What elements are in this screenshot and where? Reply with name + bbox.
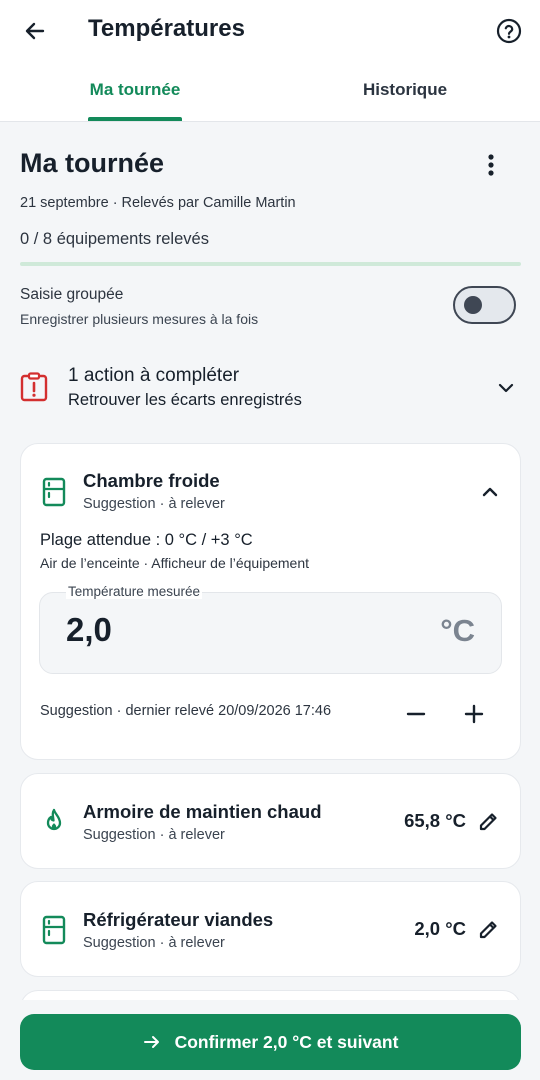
tab-ma-tournee[interactable]: Ma tournée xyxy=(70,80,200,122)
toggle-knob xyxy=(464,296,482,314)
chevron-up-icon[interactable] xyxy=(476,478,504,506)
fridge-icon xyxy=(42,915,66,945)
help-button[interactable] xyxy=(492,14,526,48)
expected-range: Plage attendue : 0 °C / +3 °C xyxy=(40,531,253,549)
equipment-row[interactable]: Armoire de maintien chaud Suggestion · à… xyxy=(20,773,521,869)
group-entry-label: Saisie groupée xyxy=(20,286,124,303)
chevron-down-icon[interactable] xyxy=(494,376,518,400)
group-entry-description: Enregistrer plusieurs mesures à la fois xyxy=(20,311,259,327)
equipment-count: 0 / 8 équipements relevés xyxy=(20,230,209,248)
minus-icon xyxy=(406,712,426,716)
round-progress-bar xyxy=(20,262,521,266)
flame-icon xyxy=(46,808,62,831)
equipment-status: Suggestion · à relever xyxy=(83,827,225,843)
equipment-status: Suggestion · à relever xyxy=(83,935,225,951)
temperature-input-label: Température mesurée xyxy=(66,584,203,599)
equipment-row[interactable]: Réfrigérateur viandes Suggestion · à rel… xyxy=(20,881,521,977)
clipboard-alert-icon xyxy=(20,372,48,402)
temperature-value[interactable]: 2,0 xyxy=(66,611,112,649)
group-entry-toggle[interactable] xyxy=(453,286,516,324)
more-vertical-icon xyxy=(488,154,494,176)
tab-historique[interactable]: Historique xyxy=(320,80,490,122)
more-options-button[interactable] xyxy=(475,148,507,182)
decrement-button[interactable] xyxy=(399,699,433,729)
arrow-left-icon xyxy=(25,22,45,40)
confirm-button-label: Confirmer 2,0 °C et suivant xyxy=(174,1031,399,1052)
back-button[interactable] xyxy=(18,14,52,48)
app-bar: Températures Ma tournée Historique xyxy=(0,0,540,122)
equipment-temperature: 65,8 °C xyxy=(404,810,466,831)
temperature-input[interactable]: Température mesurée 2,0 °C xyxy=(39,584,502,674)
equipment-name: Armoire de maintien chaud xyxy=(83,801,322,822)
page-title: Températures xyxy=(88,15,245,42)
plus-icon xyxy=(464,704,484,724)
equipment-name: Réfrigérateur viandes xyxy=(83,909,274,930)
help-circle-icon xyxy=(496,18,522,44)
pencil-icon[interactable] xyxy=(477,809,501,833)
increment-button[interactable] xyxy=(457,699,491,729)
arrow-right-icon xyxy=(143,1036,159,1048)
round-title: Ma tournée xyxy=(20,148,165,178)
alert-subtitle: Retrouver les écarts enregistrés xyxy=(68,391,302,409)
equipment-card-expanded: Chambre froide Suggestion · à relever Pl… xyxy=(20,443,521,760)
confirm-next-button[interactable]: Confirmer 2,0 °C et suivant xyxy=(20,1014,521,1070)
round-date-line: 21 septembre · Relevés par Camille Marti… xyxy=(20,195,296,211)
equipment-name: Chambre froide xyxy=(83,470,220,491)
pencil-icon[interactable] xyxy=(477,917,501,941)
sensor-source: Air de l’enceinte · Afficheur de l’équip… xyxy=(40,555,310,571)
last-reading: Suggestion · dernier relevé 20/09/2026 1… xyxy=(40,703,332,719)
alert-title: 1 action à compléter xyxy=(68,365,240,386)
equipment-status: Suggestion · à relever xyxy=(83,496,225,512)
temperature-unit: °C xyxy=(440,613,475,648)
fridge-icon xyxy=(42,477,66,507)
active-tab-indicator xyxy=(88,117,182,121)
equipment-temperature: 2,0 °C xyxy=(414,918,466,939)
